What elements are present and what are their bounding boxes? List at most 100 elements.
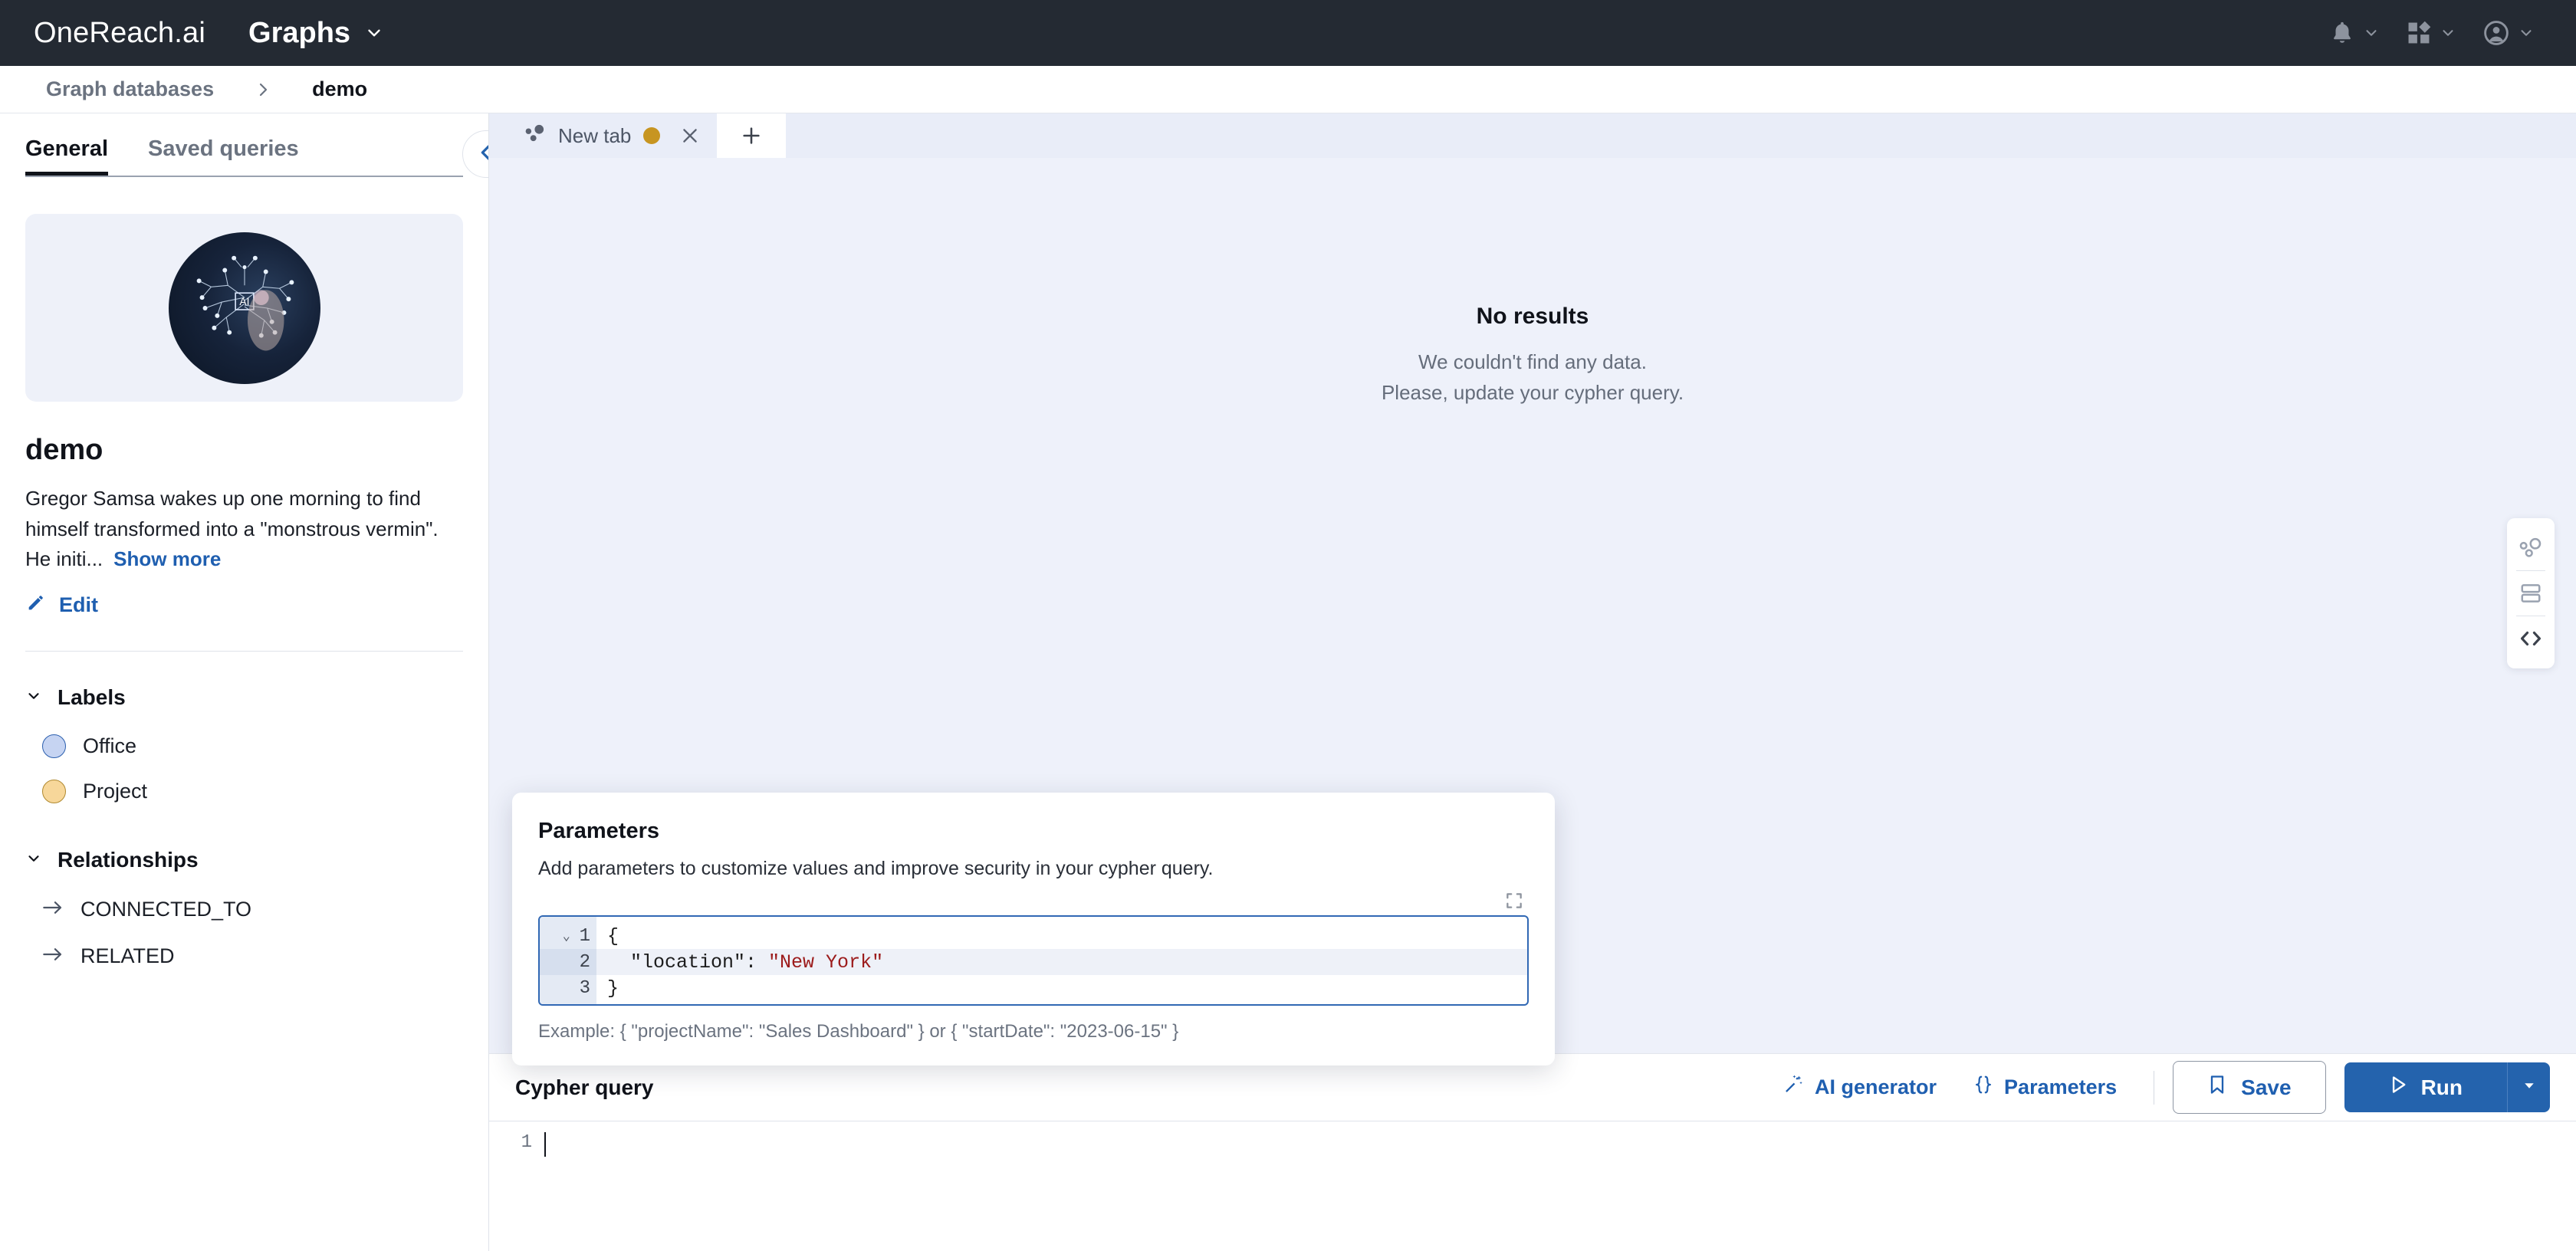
breadcrumb: Graph databases demo [0,66,2576,113]
line-number: 2 [579,951,590,973]
page-body: General Saved queries AI demo Gregor Sam… [0,113,2576,1251]
query-tab-bar: New tab [489,113,2576,158]
chevron-down-icon [25,685,42,710]
label-color-dot [42,779,66,803]
arrow-right-icon [42,898,64,921]
relationship-item-connected-to[interactable]: CONNECTED_TO [25,886,463,933]
sidebar-tabs: General Saved queries [25,136,463,177]
unsaved-changes-dot [643,127,661,144]
no-results-subtitle: We couldn't find any data. Please, updat… [1382,346,1684,409]
labels-section: Labels Office Project [25,685,463,814]
tab-general[interactable]: General [25,136,108,176]
gutter-line: 3 [540,975,596,1001]
relationship-item-name: CONNECTED_TO [80,897,252,921]
ai-generator-label: AI generator [1815,1075,1937,1098]
results-canvas[interactable]: No results We couldn't find any data. Pl… [489,158,2576,1065]
cypher-query-label: Cypher query [515,1075,654,1099]
gutter-line: ⌄ 1 [540,923,596,949]
pencil-icon [25,592,47,619]
graph-view-icon[interactable] [2507,526,2555,570]
parameters-label: Parameters [2004,1075,2118,1098]
play-icon [2389,1075,2407,1100]
cypher-editor-input[interactable] [544,1129,2576,1251]
plus-icon [743,127,761,144]
parameters-json-editor[interactable]: ⌄ 1 2 3 {"location": "New York"} [538,915,1529,1006]
top-navigation-bar: OneReach.ai Graphs [0,0,2576,66]
app-switcher-chevron-down-icon[interactable] [364,23,384,43]
notifications-button[interactable] [2318,14,2390,52]
relationship-item-name: RELATED [80,944,175,967]
svg-text:AI: AI [239,295,249,307]
code-view-icon[interactable] [2507,616,2555,661]
gutter-line: 2 [540,949,596,975]
breadcrumb-chevron-right-icon [254,80,272,99]
run-options-dropdown-button[interactable] [2507,1062,2550,1112]
chevron-left-icon [475,142,488,167]
label-item-name: Project [83,779,148,803]
relationship-item-related[interactable]: RELATED [25,933,463,980]
show-more-link[interactable]: Show more [113,547,221,570]
label-item-office[interactable]: Office [25,724,463,769]
sidebar-divider [25,650,463,652]
database-thumbnail-card: AI [25,214,463,402]
relationships-section-title: Relationships [58,847,199,872]
run-button[interactable]: Run [2344,1062,2507,1112]
app-name-label[interactable]: Graphs [248,17,350,50]
database-title: demo [25,434,104,466]
relationships-section-header[interactable]: Relationships [25,848,463,872]
account-chevron-down-icon [2518,25,2535,41]
save-button[interactable]: Save [2173,1061,2326,1114]
magic-wand-icon [1783,1074,1804,1101]
no-results-line-2: Please, update your cypher query. [1381,381,1684,405]
account-menu-button[interactable] [2472,13,2545,53]
json-editor-code[interactable]: { "location": "New York" } [596,917,1527,1004]
add-tab-button[interactable] [717,113,787,158]
main-panel: New tab No results We couldn't find any … [489,113,2576,1251]
table-view-icon[interactable] [2507,571,2555,616]
no-results-title: No results [1476,304,1589,329]
cypher-editor-gutter: 1 [489,1129,544,1251]
edit-label: Edit [59,593,98,616]
parameters-popover-title: Parameters [538,819,659,843]
parameters-button[interactable]: Parameters [1955,1066,2135,1108]
query-tab-label: New tab [558,123,632,147]
breadcrumb-root-link[interactable]: Graph databases [46,77,214,101]
cypher-query-editor[interactable]: 1 [489,1121,2576,1251]
bookmark-icon [2207,1074,2227,1101]
relationships-section: Relationships CONNECTED_TO RELATED [25,848,463,980]
line-number: 1 [579,925,590,947]
code-line: { [596,923,1527,949]
database-description: Gregor Samsa wakes up one morning to fin… [25,484,463,575]
ai-brain-circuit-thumbnail: AI [168,231,320,384]
line-number: 3 [579,977,590,999]
no-results-line-1: We couldn't find any data. [1418,350,1647,373]
json-key: "location": [630,951,769,974]
line-number: 1 [521,1132,532,1153]
relationships-list: CONNECTED_TO RELATED [25,886,463,980]
graph-nodes-icon [524,124,546,148]
labels-section-title: Labels [58,685,126,709]
curly-braces-icon [1973,1074,1993,1101]
labels-section-header[interactable]: Labels [25,685,463,710]
chevron-down-icon [25,848,42,872]
label-item-project[interactable]: Project [25,769,463,814]
query-tab-new-tab[interactable]: New tab [506,113,717,158]
run-button-group: Run [2344,1062,2550,1112]
brand-logo[interactable]: OneReach.ai [34,17,205,50]
fold-chevron-down-icon[interactable]: ⌄ [563,928,575,944]
description-text: Gregor Samsa wakes up one morning to fin… [25,487,439,571]
notifications-chevron-down-icon [2363,25,2380,41]
apps-menu-button[interactable] [2395,14,2467,52]
expand-icon[interactable] [1504,891,1524,911]
left-sidebar: General Saved queries AI demo Gregor Sam… [0,113,489,1251]
edit-button[interactable]: Edit [25,592,463,619]
tab-saved-queries[interactable]: Saved queries [148,136,299,176]
ai-generator-button[interactable]: AI generator [1764,1066,1955,1108]
parameters-example-hint: Example: { "projectName": "Sales Dashboa… [538,1021,1179,1042]
topnav-actions [2318,13,2545,53]
parameters-popover: Parameters Add parameters to customize v… [512,793,1555,1065]
labels-list: Office Project [25,724,463,814]
sidebar-collapse-button[interactable] [462,130,488,178]
close-icon[interactable] [680,126,700,146]
